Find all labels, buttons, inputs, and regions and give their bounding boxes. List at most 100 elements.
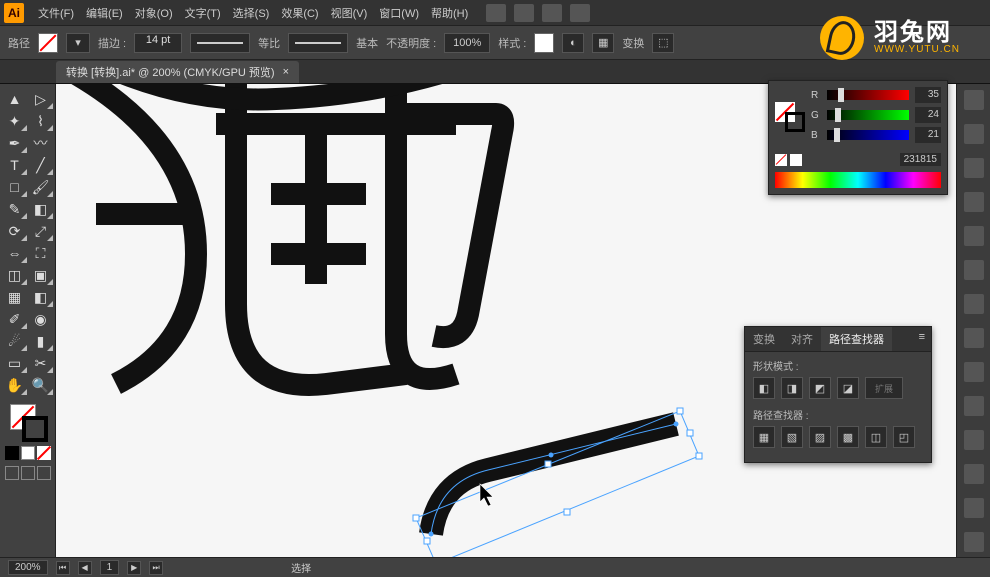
last-artboard-button[interactable]: ⏭ <box>149 561 163 575</box>
divide-button[interactable]: ▦ <box>753 426 775 448</box>
rotate-tool[interactable]: ⟳ <box>2 220 28 242</box>
tab-pathfinder[interactable]: 路径查找器 <box>821 327 892 351</box>
lasso-tool[interactable]: ⌇ <box>28 110 54 132</box>
color-mode-fill[interactable] <box>5 446 19 460</box>
panel-icon-properties[interactable] <box>964 90 984 110</box>
hex-value[interactable]: 231815 <box>900 153 941 166</box>
perspective-grid-tool[interactable]: ▣ <box>28 264 54 286</box>
panel-icon-appearance[interactable] <box>964 396 984 416</box>
b-slider[interactable] <box>827 130 909 140</box>
column-graph-tool[interactable]: ▮ <box>28 330 54 352</box>
direct-selection-tool[interactable]: ▷ <box>28 88 54 110</box>
draw-inside[interactable] <box>37 466 51 480</box>
shape-builder-tool[interactable]: ◫ <box>2 264 28 286</box>
align-icon[interactable]: ▦ <box>592 33 614 53</box>
panel-menu-icon[interactable]: ≡ <box>913 327 931 351</box>
pathfinder-panel[interactable]: 变换 对齐 路径查找器 ≡ 形状模式 : ◧ ◨ ◩ ◪ 扩展 路径查找器 : … <box>744 326 932 463</box>
transform-label[interactable]: 变换 <box>622 35 644 51</box>
fill-swatch[interactable] <box>38 33 58 53</box>
menu-help[interactable]: 帮助(H) <box>425 5 474 21</box>
mesh-tool[interactable]: ▦ <box>2 286 28 308</box>
panel-icon-swatches[interactable] <box>964 192 984 212</box>
shaper-tool[interactable]: ✎ <box>2 198 28 220</box>
graphic-style-swatch[interactable] <box>534 33 554 53</box>
panel-icon-stroke[interactable] <box>964 294 984 314</box>
next-artboard-button[interactable]: ▶ <box>127 561 141 575</box>
panel-icon-brushes[interactable] <box>964 226 984 246</box>
pen-tool[interactable]: ✒ <box>2 132 28 154</box>
document-tab[interactable]: 转换 [转换].ai* @ 200% (CMYK/GPU 预览) × <box>56 61 299 83</box>
eyedropper-tool[interactable]: ✐ <box>2 308 28 330</box>
white-swatch[interactable] <box>790 154 802 166</box>
free-transform-tool[interactable]: ⛶ <box>28 242 54 264</box>
type-tool[interactable]: T <box>2 154 28 176</box>
width-tool[interactable]: ⇔ <box>2 242 28 264</box>
color-panel[interactable]: R 35 G 24 B 21 231815 <box>768 80 948 195</box>
menu-edit[interactable]: 编辑(E) <box>80 5 129 21</box>
panel-icon-gradient[interactable] <box>964 328 984 348</box>
color-spectrum[interactable] <box>775 172 941 188</box>
menu-select[interactable]: 选择(S) <box>227 5 276 21</box>
r-slider[interactable] <box>827 90 909 100</box>
prev-artboard-button[interactable]: ◀ <box>78 561 92 575</box>
arrange-docs-icon[interactable] <box>542 4 562 22</box>
symbol-sprayer-tool[interactable]: ☄ <box>2 330 28 352</box>
bridge-icon[interactable] <box>486 4 506 22</box>
menu-window[interactable]: 窗口(W) <box>373 5 425 21</box>
crop-button[interactable]: ▩ <box>837 426 859 448</box>
trim-button[interactable]: ▧ <box>781 426 803 448</box>
draw-normal[interactable] <box>5 466 19 480</box>
artboard-number[interactable]: 1 <box>100 560 120 575</box>
hand-tool[interactable]: ✋ <box>2 374 28 396</box>
stock-icon[interactable] <box>514 4 534 22</box>
draw-behind[interactable] <box>21 466 35 480</box>
b-value[interactable]: 21 <box>915 127 941 143</box>
menu-effect[interactable]: 效果(C) <box>275 5 324 21</box>
eraser-tool[interactable]: ◧ <box>28 198 54 220</box>
menu-file[interactable]: 文件(F) <box>32 5 80 21</box>
gradient-tool[interactable]: ◧ <box>28 286 54 308</box>
close-tab-icon[interactable]: × <box>283 66 289 78</box>
stroke-color-box[interactable] <box>22 416 48 442</box>
stroke-weight-input[interactable]: 14 pt <box>134 33 182 53</box>
menu-object[interactable]: 对象(O) <box>129 5 179 21</box>
isolate-icon[interactable]: ⬚ <box>652 33 674 53</box>
fill-stroke-control[interactable] <box>8 402 48 442</box>
color-mode-none[interactable] <box>37 446 51 460</box>
tab-align[interactable]: 对齐 <box>783 327 821 351</box>
artboard-tool[interactable]: ▭ <box>2 352 28 374</box>
color-mode-gradient[interactable] <box>21 446 35 460</box>
menu-type[interactable]: 文字(T) <box>179 5 227 21</box>
panel-icon-graphic-styles[interactable] <box>964 430 984 450</box>
panel-icon-libraries[interactable] <box>964 124 984 144</box>
g-value[interactable]: 24 <box>915 107 941 123</box>
minus-back-button[interactable]: ◰ <box>893 426 915 448</box>
opacity-input[interactable]: 100% <box>444 33 490 53</box>
gpu-icon[interactable] <box>570 4 590 22</box>
selection-tool[interactable]: ▲ <box>2 88 28 110</box>
none-swatch[interactable] <box>775 154 787 166</box>
minus-front-button[interactable]: ◨ <box>781 377 803 399</box>
zoom-level[interactable]: 200% <box>8 560 48 575</box>
rectangle-tool[interactable]: □ <box>2 176 28 198</box>
intersect-button[interactable]: ◩ <box>809 377 831 399</box>
tab-transform[interactable]: 变换 <box>745 327 783 351</box>
stroke-swatch-dropdown[interactable]: ▾ <box>66 33 90 53</box>
scale-tool[interactable]: ⤢ <box>28 220 54 242</box>
paintbrush-tool[interactable]: 🖌 <box>28 176 54 198</box>
r-value[interactable]: 35 <box>915 87 941 103</box>
panel-icon-transparency[interactable] <box>964 362 984 382</box>
magic-wand-tool[interactable]: ✦ <box>2 110 28 132</box>
slice-tool[interactable]: ✂ <box>28 352 54 374</box>
expand-button[interactable]: 扩展 <box>865 377 903 399</box>
merge-button[interactable]: ▨ <box>809 426 831 448</box>
panel-icon-artboards[interactable] <box>964 532 984 552</box>
recolor-icon[interactable]: ◐ <box>562 33 584 53</box>
menu-view[interactable]: 视图(V) <box>325 5 374 21</box>
first-artboard-button[interactable]: ⏮ <box>56 561 70 575</box>
unite-button[interactable]: ◧ <box>753 377 775 399</box>
panel-icon-asset-export[interactable] <box>964 498 984 518</box>
panel-icon-color[interactable] <box>964 158 984 178</box>
variable-width-profile[interactable] <box>190 33 250 53</box>
curvature-tool[interactable]: 〰 <box>28 132 54 154</box>
